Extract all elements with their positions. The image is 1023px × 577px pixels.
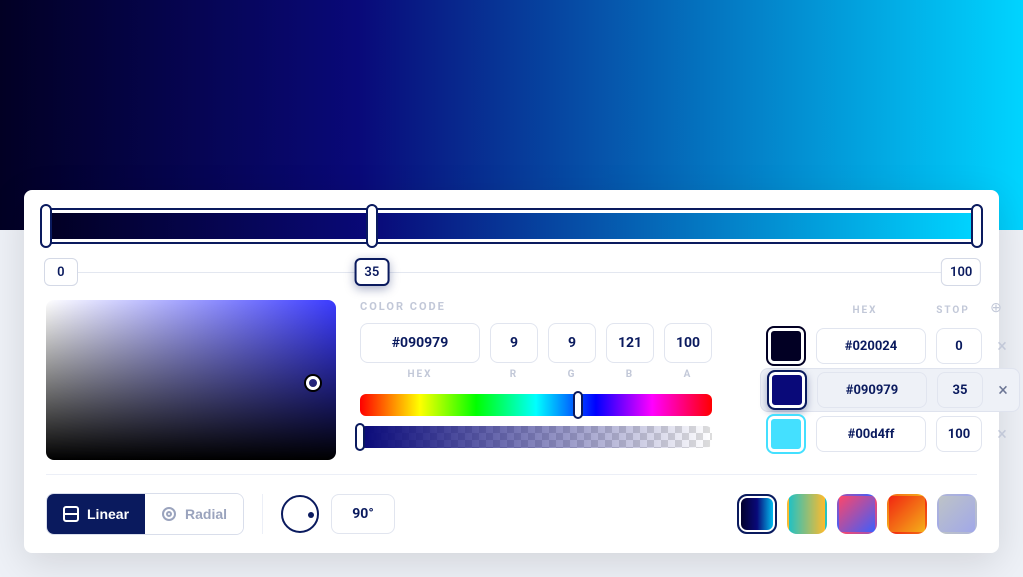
alpha-slider[interactable] [360,426,712,448]
delete-stop-2[interactable]: × [992,424,1012,445]
stop-pos-1[interactable]: 35 [937,372,983,408]
hue-slider[interactable] [360,394,712,416]
editor-panel: 0 35 100 COLOR CODE #090979 9 9 121 100 … [24,190,999,553]
gradient-track-fill [46,208,977,244]
stop-hex-1[interactable]: #090979 [817,372,927,408]
stop-hex-2[interactable]: #00d4ff [816,416,926,452]
ruler-marker-start[interactable]: 0 [44,258,78,286]
preset-0[interactable] [737,494,777,534]
stop-pos-2[interactable]: 100 [936,416,982,452]
b-sublabel: B [606,369,654,380]
stops-header-stop: STOP [930,305,976,316]
stop-row-2[interactable]: #00d4ff 100 × [760,412,1020,456]
stops-header-hex: HEX [810,305,920,316]
linear-button[interactable]: Linear [47,494,145,534]
stop-swatch-0[interactable] [766,326,806,366]
bottom-divider-1 [262,494,263,534]
ruler-marker-end[interactable]: 100 [941,258,981,286]
linear-icon [63,506,79,522]
saturation-value-picker[interactable] [46,300,336,460]
g-input[interactable]: 9 [548,323,596,363]
delete-stop-0[interactable]: × [992,336,1012,357]
preset-4[interactable] [937,494,977,534]
stop-swatch-1[interactable] [767,370,807,410]
gradient-type-toggle: Linear Radial [46,493,244,535]
color-code-title: COLOR CODE [360,300,712,313]
hue-handle[interactable] [573,391,583,419]
stop-ruler: 0 35 100 [46,258,977,286]
preset-1[interactable] [787,494,827,534]
r-sublabel: R [490,369,538,380]
hex-input[interactable]: #090979 [360,323,480,363]
g-sublabel: G [548,369,596,380]
radial-icon [161,506,177,522]
preset-swatches [737,494,977,534]
stop-row-1[interactable]: #090979 35 × [760,368,1020,412]
stop-hex-0[interactable]: #020024 [816,328,926,364]
stop-swatch-2[interactable] [766,414,806,454]
gradient-stop-track[interactable] [46,208,977,244]
radial-button[interactable]: Radial [145,494,243,534]
hex-sublabel: HEX [360,369,480,380]
preset-3[interactable] [887,494,927,534]
gradient-handle-0[interactable] [40,204,52,248]
add-stop-button[interactable]: ⊕ [986,300,1006,316]
gradient-handle-100[interactable] [971,204,983,248]
a-input[interactable]: 100 [664,323,712,363]
r-input[interactable]: 9 [490,323,538,363]
angle-input[interactable]: 90° [331,494,395,534]
ruler-marker-active[interactable]: 35 [354,258,389,286]
delete-stop-1[interactable]: × [993,380,1013,401]
sv-cursor[interactable] [306,376,320,390]
gradient-handle-35[interactable] [366,204,378,248]
linear-label: Linear [87,506,129,522]
stop-row-0[interactable]: #020024 0 × [760,324,1020,368]
radial-label: Radial [185,506,227,522]
angle-dial[interactable] [281,495,319,533]
ruler-line [46,272,977,273]
angle-dial-indicator [308,512,314,518]
alpha-handle[interactable] [355,423,365,451]
a-sublabel: A [664,369,712,380]
preset-2[interactable] [837,494,877,534]
b-input[interactable]: 121 [606,323,654,363]
stop-pos-0[interactable]: 0 [936,328,982,364]
